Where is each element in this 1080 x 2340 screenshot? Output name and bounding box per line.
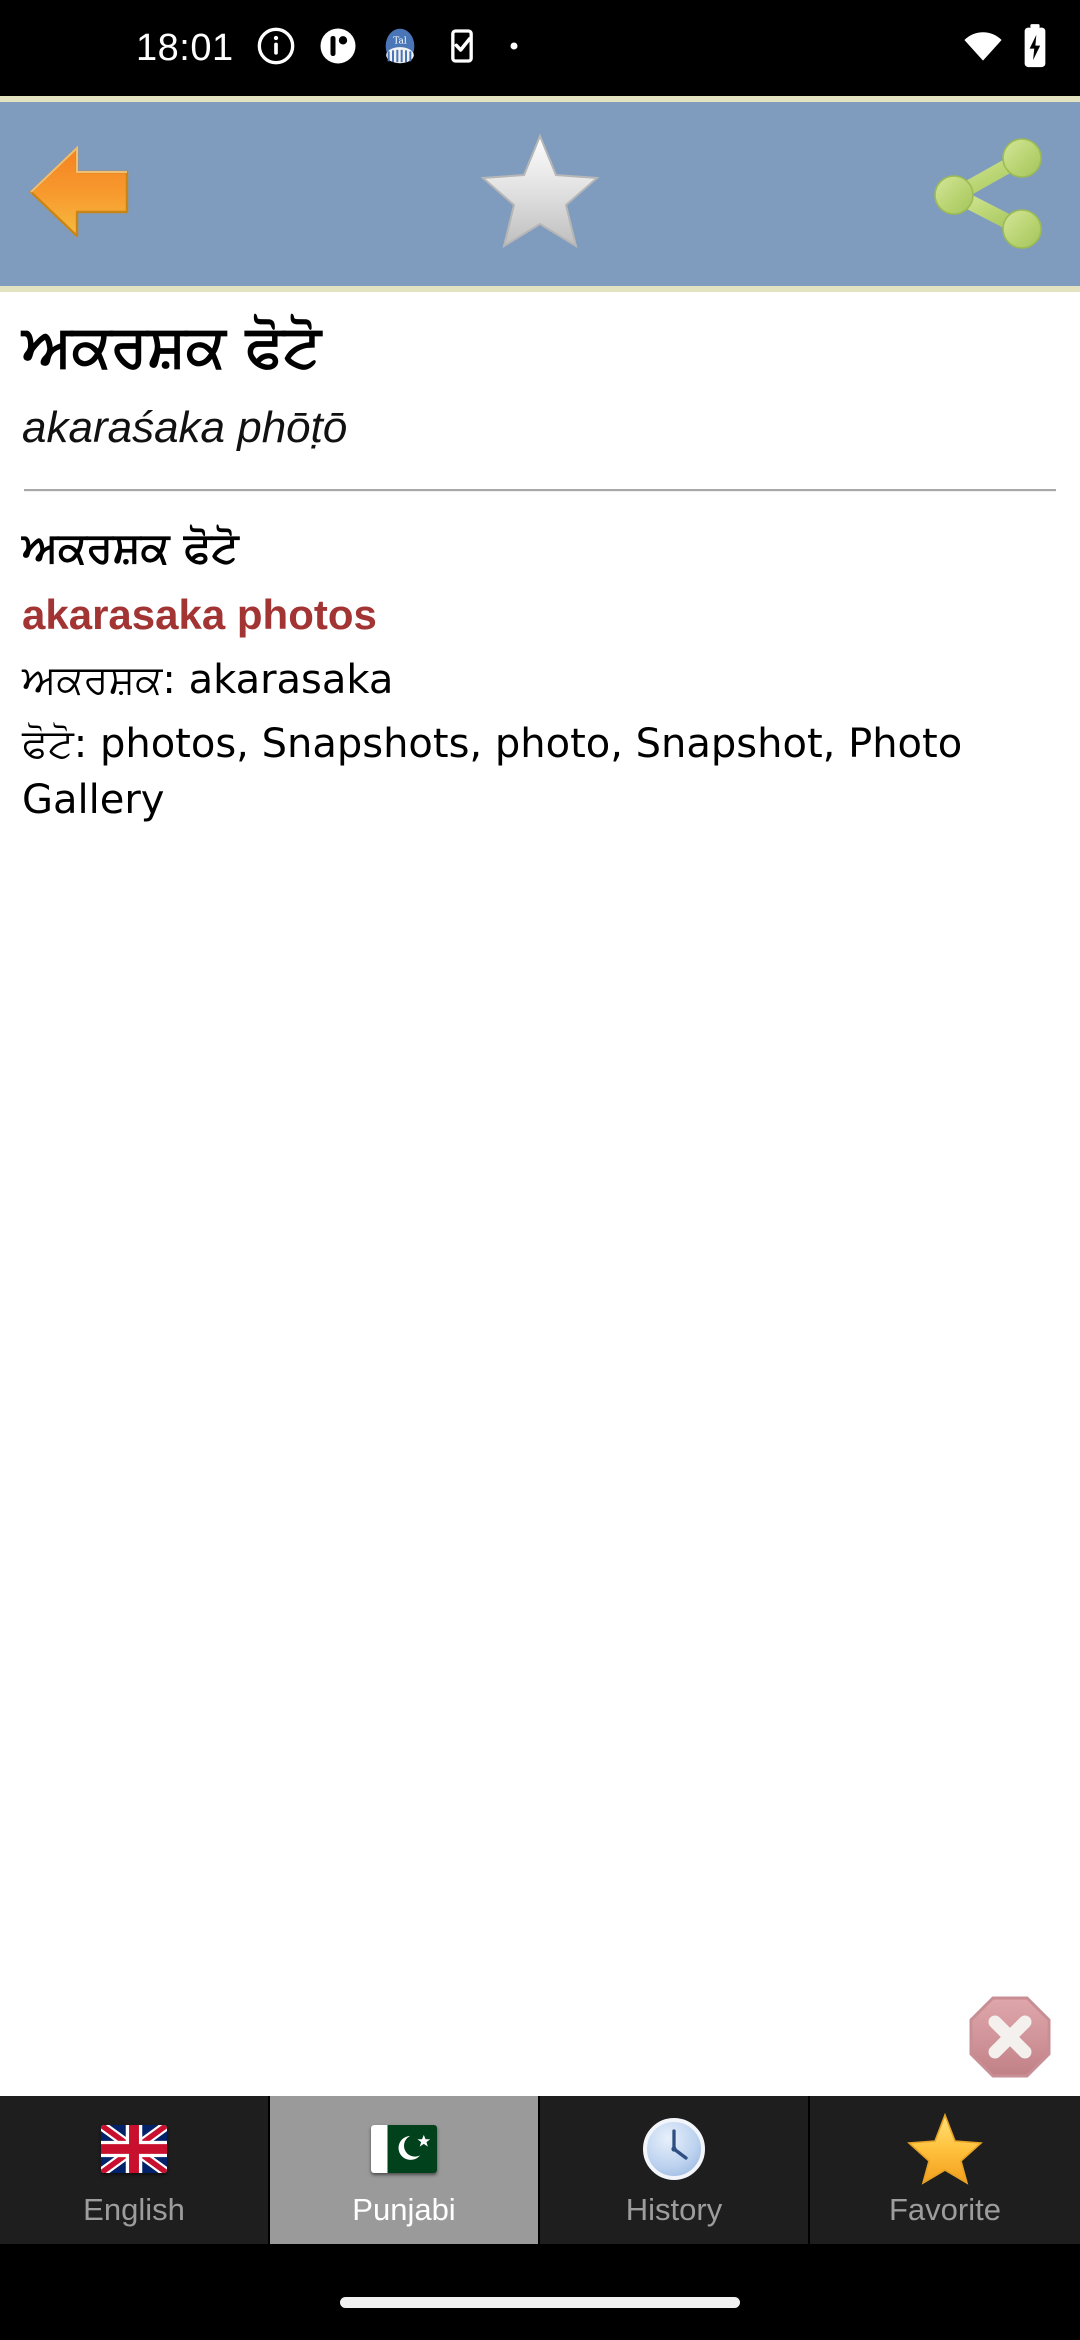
- gesture-bar[interactable]: [340, 2297, 740, 2308]
- share-button[interactable]: [920, 129, 1060, 259]
- headword: ਅਕਰਸ਼ਕ ਫੋਟੋ: [22, 312, 321, 380]
- favorite-button[interactable]: [465, 124, 615, 264]
- svg-text:Tal: Tal: [393, 36, 407, 46]
- transliteration: akaraśaka phōṭō: [22, 403, 348, 453]
- app-badge-icon: [318, 26, 358, 71]
- tab-favorite[interactable]: Favorite: [810, 2096, 1080, 2244]
- info-icon: [256, 26, 296, 71]
- tab-label: Punjabi: [352, 2192, 456, 2227]
- status-bar-clock: 18:01: [136, 26, 234, 69]
- battery-charging-icon: [1020, 23, 1050, 74]
- tab-label: English: [83, 2192, 185, 2227]
- definition-line: ਫੋਟੋ: photos, Snapshots, photo, Snapshot…: [22, 720, 963, 823]
- definition-gurmukhi: ਅਕਰਸ਼ਕ ਫੋਟੋ: [22, 523, 239, 573]
- definition-title: akarasaka photos: [22, 591, 377, 639]
- app-toolbar: [0, 96, 1080, 292]
- tab-punjabi[interactable]: Punjabi: [270, 2096, 540, 2244]
- wifi-icon: [960, 23, 1006, 74]
- tab-label: History: [625, 2192, 723, 2227]
- definition-content: ਅਕਰਸ਼ਕ ਫੋਟੋ akaraśaka phōṭō ਅਕਰਸ਼ਕ ਫੋਟੋ …: [0, 292, 1080, 828]
- tab-history[interactable]: History: [540, 2096, 810, 2244]
- checkbox-icon: [442, 26, 482, 71]
- status-bar-left: 18:01 Tal: [136, 26, 524, 71]
- star-icon: [477, 132, 603, 257]
- dot-icon: [504, 36, 524, 61]
- uk-flag-icon: [101, 2112, 167, 2186]
- star-icon: [907, 2112, 983, 2186]
- back-button[interactable]: [8, 134, 148, 254]
- definition-line: ਅਕਰਸ਼ਕ: akarasaka: [22, 656, 394, 703]
- back-arrow-icon: [19, 140, 137, 249]
- definition-block: ਅਕਰਸ਼ਕ ਫੋਟੋ akarasaka photos ਅਕਰਸ਼ਕ: aka…: [22, 520, 1058, 827]
- status-bar-right: [960, 0, 1050, 96]
- tab-english[interactable]: English: [0, 2096, 270, 2244]
- close-button[interactable]: [966, 1995, 1054, 2083]
- share-icon: [930, 133, 1050, 256]
- blue-app-icon: Tal: [380, 26, 420, 71]
- system-gesture-area: [0, 2244, 1080, 2340]
- tab-label: Favorite: [889, 2192, 1001, 2227]
- close-icon: [967, 1994, 1053, 2085]
- clock-icon: [639, 2112, 709, 2186]
- bottom-navigation: English Punjabi History Favorite: [0, 2096, 1080, 2244]
- pakistan-flag-icon: [371, 2112, 437, 2186]
- divider: [24, 489, 1056, 493]
- status-bar: 18:01 Tal: [0, 0, 1080, 96]
